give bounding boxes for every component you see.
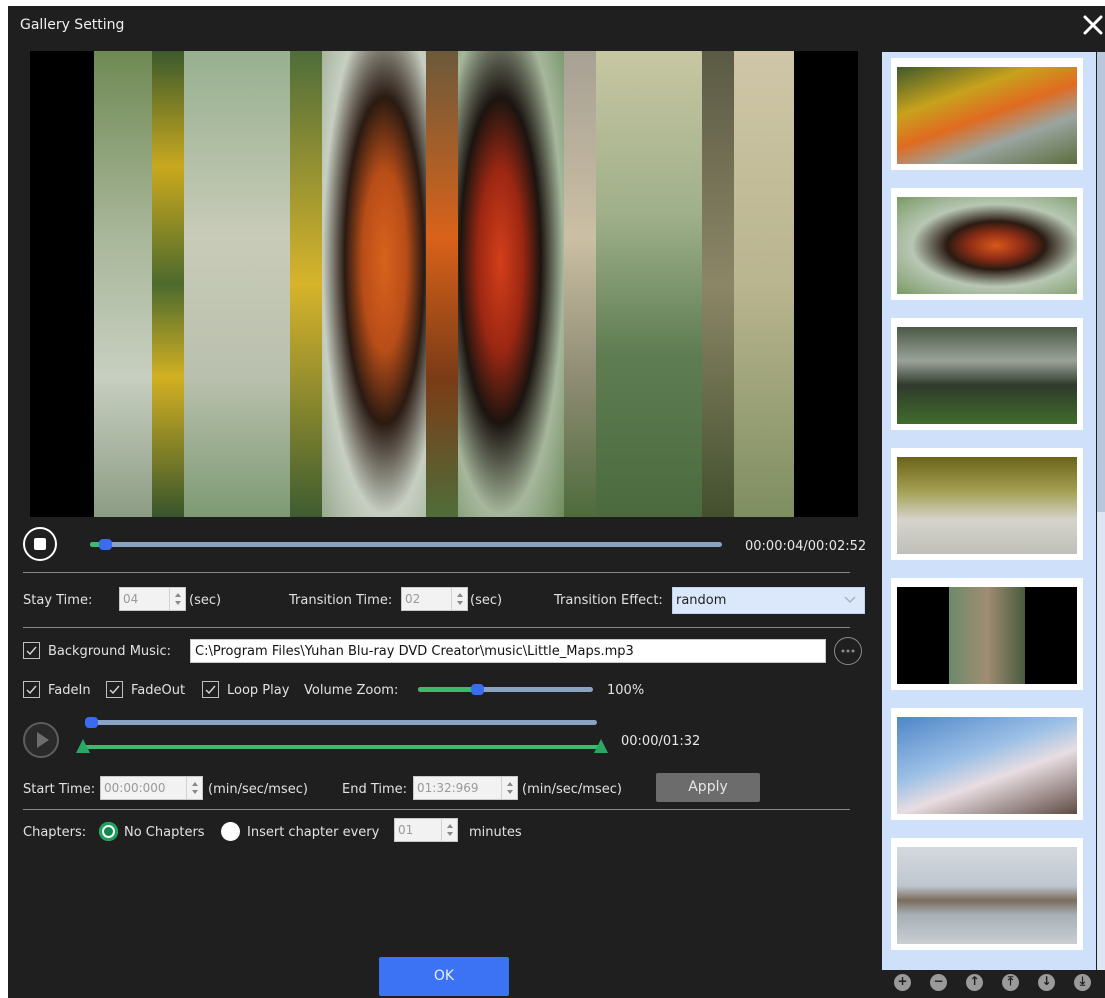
thumbnail-list (882, 52, 1096, 970)
transition-time-value: 02 (405, 592, 421, 606)
thumbnail-image (897, 457, 1077, 554)
insert-chapter-label: Insert chapter every (247, 825, 380, 840)
chapter-interval-spinner[interactable]: 01 (394, 818, 458, 842)
end-time-value: 01:32:969 (417, 781, 479, 795)
music-progress-handle[interactable] (85, 717, 98, 728)
spinner-arrows[interactable] (169, 588, 185, 610)
no-chapters-radio[interactable] (99, 822, 118, 841)
window-title: Gallery Setting (20, 17, 125, 33)
transition-time-label: Transition Time: (289, 593, 393, 608)
video-progress-handle[interactable] (99, 539, 112, 550)
fadeout-label: FadeOut (131, 683, 186, 698)
volume-value: 100% (607, 683, 645, 698)
end-time-spinner[interactable]: 01:32:969 (413, 776, 518, 800)
thumbnail-image (897, 327, 1077, 424)
thumbnail-item[interactable] (891, 448, 1083, 560)
music-time: 00:00/01:32 (621, 734, 701, 749)
divider (23, 572, 850, 573)
no-chapters-label: No Chapters (124, 825, 205, 840)
thumbnail-image (897, 587, 1077, 684)
video-progress-track[interactable] (90, 542, 722, 547)
trim-end-handle[interactable] (594, 739, 608, 753)
music-progress-track[interactable] (85, 720, 597, 725)
loop-play-checkbox[interactable] (202, 681, 219, 698)
scrollbar-thumb[interactable] (1097, 52, 1105, 512)
volume-zoom-label: Volume Zoom: (304, 683, 399, 698)
stay-time-label: Stay Time: (23, 593, 93, 608)
end-time-label: End Time: (342, 782, 408, 797)
background-music-checkbox[interactable] (23, 642, 40, 659)
preview-image (94, 51, 794, 517)
chapter-interval-unit: minutes (469, 825, 522, 840)
transition-effect-select[interactable]: random (672, 587, 865, 614)
stay-time-unit: (sec) (189, 593, 222, 608)
thumbnail-toolbar: + − ↑ ⤒ ↓ ⤓ (882, 972, 1105, 998)
insert-chapter-radio[interactable] (221, 822, 240, 841)
thumbnail-item[interactable] (891, 838, 1083, 950)
chapter-interval-value: 01 (398, 823, 414, 837)
start-time-spinner[interactable]: 00:00:000 (100, 776, 203, 800)
transition-time-spinner[interactable]: 02 (401, 587, 468, 611)
transition-effect-label: Transition Effect: (554, 593, 663, 608)
thumbnail-image (897, 847, 1077, 944)
chevron-down-icon (844, 596, 856, 604)
move-bottom-icon[interactable]: ⤓ (1074, 974, 1091, 991)
thumbnail-scrollbar[interactable] (1097, 52, 1105, 970)
loop-play-label: Loop Play (227, 683, 290, 698)
apply-button[interactable]: Apply (656, 773, 760, 802)
background-music-label: Background Music: (48, 644, 172, 659)
close-icon[interactable] (1081, 12, 1105, 38)
remove-icon[interactable]: − (930, 974, 947, 991)
add-icon[interactable]: + (894, 974, 911, 991)
music-path-value: C:\Program Files\Yuhan Blu-ray DVD Creat… (195, 644, 634, 659)
spinner-arrows[interactable] (451, 588, 467, 610)
ok-button[interactable]: OK (379, 957, 509, 996)
more-icon (841, 649, 855, 653)
chapters-label: Chapters: (23, 825, 87, 840)
thumbnail-image (897, 67, 1077, 164)
start-time-label: Start Time: (23, 782, 96, 797)
thumbnail-item[interactable] (891, 578, 1083, 690)
browse-music-button[interactable] (834, 637, 862, 665)
preview-area (30, 51, 858, 517)
title-bar: Gallery Setting (8, 6, 1105, 46)
spinner-arrows[interactable] (501, 777, 517, 799)
end-time-unit: (min/sec/msec) (522, 782, 622, 797)
stop-icon (34, 538, 46, 550)
trim-start-handle[interactable] (76, 739, 90, 753)
thumbnail-image (897, 197, 1077, 294)
start-time-value: 00:00:000 (104, 781, 166, 795)
thumbnail-item[interactable] (891, 58, 1083, 170)
thumbnail-image (897, 717, 1077, 814)
fadeout-checkbox[interactable] (106, 681, 123, 698)
trim-range-bar (81, 745, 603, 749)
move-up-icon[interactable]: ↑ (966, 974, 983, 991)
start-time-unit: (min/sec/msec) (208, 782, 308, 797)
stay-time-spinner[interactable]: 04 (119, 587, 186, 611)
transition-effect-value: random (676, 593, 727, 608)
volume-slider-handle[interactable] (471, 684, 484, 695)
stay-time-value: 04 (123, 592, 139, 606)
divider (23, 627, 850, 628)
divider (23, 809, 850, 810)
thumbnail-item[interactable] (891, 318, 1083, 430)
move-top-icon[interactable]: ⤒ (1002, 974, 1019, 991)
music-path-field[interactable]: C:\Program Files\Yuhan Blu-ray DVD Creat… (190, 639, 826, 663)
stop-button[interactable] (23, 527, 57, 561)
transition-time-unit: (sec) (470, 593, 503, 608)
spinner-arrows[interactable] (186, 777, 202, 799)
spinner-arrows[interactable] (441, 819, 457, 841)
play-button[interactable] (23, 722, 59, 758)
thumbnail-item[interactable] (891, 188, 1083, 300)
video-time: 00:00:04/00:02:52 (745, 539, 867, 554)
fadein-label: FadeIn (48, 683, 91, 698)
move-down-icon[interactable]: ↓ (1038, 974, 1055, 991)
fadein-checkbox[interactable] (23, 681, 40, 698)
thumbnail-item[interactable] (891, 708, 1083, 820)
